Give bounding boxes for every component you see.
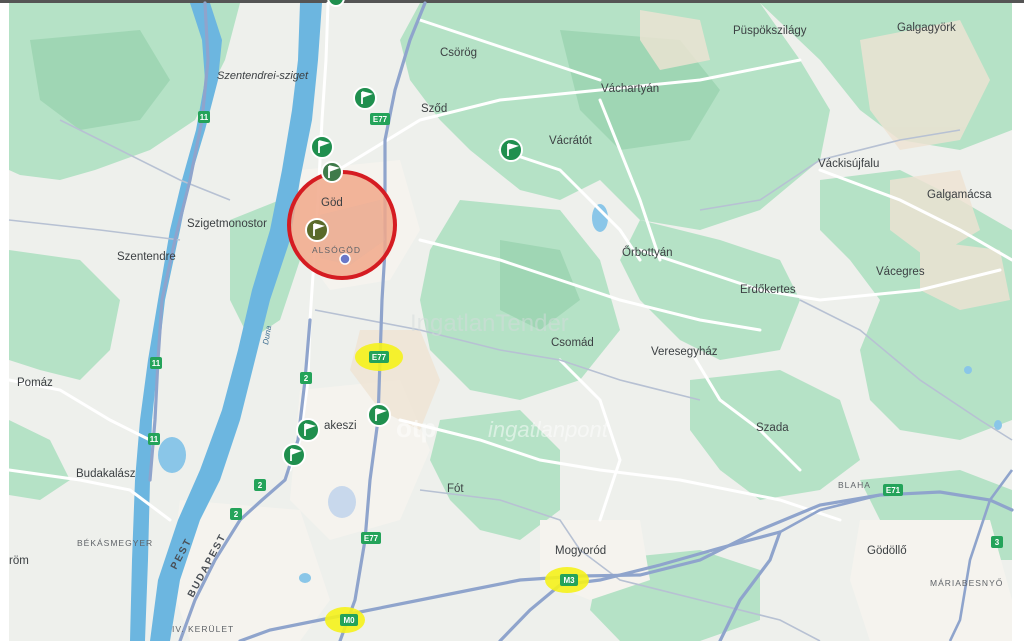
- place-label: Szentendre: [117, 251, 176, 263]
- route-shield: E77: [370, 113, 390, 125]
- route-shield: E77: [369, 351, 389, 363]
- place-label: Veresegyház: [651, 346, 718, 358]
- svg-text:3: 3: [995, 538, 1000, 547]
- flag-icon[interactable]: [499, 138, 523, 162]
- flag-icon[interactable]: [305, 218, 329, 242]
- map-frame-right: [1012, 0, 1024, 641]
- place-label: röm: [9, 555, 29, 567]
- svg-text:11: 11: [150, 435, 159, 444]
- place-label: Sződ: [421, 103, 447, 115]
- route-shield: E71: [883, 484, 903, 496]
- svg-text:M3: M3: [563, 576, 575, 585]
- place-label: BLAHA: [838, 480, 871, 490]
- svg-text:E77: E77: [373, 115, 388, 124]
- place-label: Budakalász: [76, 468, 136, 480]
- flag-icon[interactable]: [310, 135, 334, 159]
- map-frame-left: [0, 0, 9, 641]
- place-label: ALSÓGÖD: [312, 245, 361, 255]
- route-shield: 11: [198, 111, 210, 123]
- svg-text:2: 2: [304, 374, 309, 383]
- place-label: Szada: [756, 422, 789, 434]
- flag-icon[interactable]: [282, 443, 306, 467]
- route-shield: M3: [560, 574, 578, 586]
- place-label: Váckisújfalu: [818, 158, 879, 170]
- place-label: Vácrátót: [549, 135, 593, 147]
- map-frame-top: [0, 0, 1024, 3]
- place-label: Pomáz: [17, 377, 53, 389]
- flag-icon[interactable]: [321, 161, 343, 183]
- place-label: akeszi: [324, 420, 357, 432]
- svg-text:M0: M0: [343, 616, 355, 625]
- flag-icon[interactable]: [367, 403, 391, 427]
- place-label: MÁRIABESNYŐ: [930, 578, 1003, 588]
- watermark-ingatlanpont: ingatlanpont: [488, 417, 609, 442]
- route-shield: 2: [300, 372, 312, 384]
- place-label: Szentendrei-sziget: [217, 70, 309, 82]
- place-label: Mogyoród: [555, 545, 606, 557]
- map-canvas[interactable]: 11 11 11 2 2 2 E77 E77 E77 E71 M3 M0 3 C…: [0, 0, 1024, 641]
- svg-text:E77: E77: [372, 353, 387, 362]
- route-shield: 3: [991, 536, 1003, 548]
- place-label: Vácegres: [876, 266, 925, 278]
- svg-text:2: 2: [234, 510, 239, 519]
- svg-text:E71: E71: [886, 486, 901, 495]
- place-label: Csomád: [551, 337, 594, 349]
- route-shield: 2: [254, 479, 266, 491]
- place-label: Püspökszilágy: [733, 25, 807, 37]
- place-label: Csörög: [440, 47, 477, 59]
- place-label: Erdőkertes: [740, 284, 796, 296]
- route-shield: 11: [148, 433, 160, 445]
- route-shield: 11: [150, 357, 162, 369]
- place-label: BÉKÁSMEGYER: [77, 538, 153, 548]
- svg-text:2: 2: [258, 481, 263, 490]
- svg-text:11: 11: [152, 359, 161, 368]
- place-label: IV. KERÜLET: [172, 624, 234, 634]
- route-shield: M0: [340, 614, 358, 626]
- route-shield: 2: [230, 508, 242, 520]
- place-label: Galgagyörk: [897, 22, 956, 34]
- flag-icon[interactable]: [296, 418, 320, 442]
- place-label: Fót: [447, 483, 464, 495]
- route-shield: E77: [361, 532, 381, 544]
- place-label: Szigetmonostor: [187, 218, 267, 230]
- flag-icon[interactable]: [353, 86, 377, 110]
- place-label: Gödöllő: [867, 545, 907, 557]
- watermark-otp-logo: otp: [396, 413, 436, 443]
- place-label: Váchartyán: [601, 83, 659, 95]
- place-label: Őrbottyán: [622, 245, 673, 259]
- location-dot[interactable]: [339, 253, 351, 265]
- svg-text:11: 11: [200, 113, 209, 122]
- place-label: Galgamácsa: [927, 189, 992, 201]
- svg-text:E77: E77: [364, 534, 379, 543]
- place-label: Göd: [321, 197, 343, 209]
- watermark-ingatlantender: IngatlanTender: [410, 310, 569, 337]
